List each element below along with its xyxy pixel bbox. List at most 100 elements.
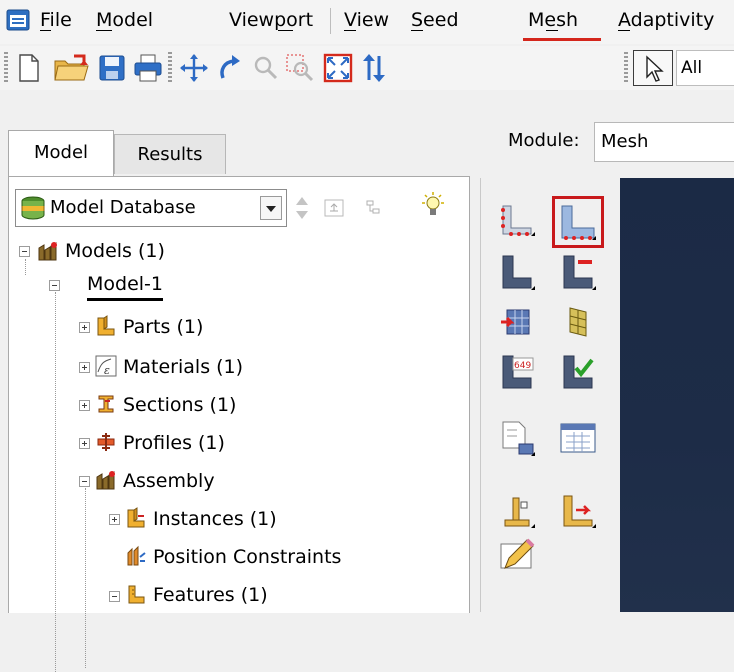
tree-item-features-label: Features (1) [153, 584, 268, 606]
collapse-toggle[interactable] [79, 476, 90, 487]
menu-mesh[interactable]: Mesh [528, 8, 578, 32]
svg-text:ε: ε [104, 364, 110, 377]
verify-mesh-icon[interactable] [558, 352, 598, 392]
tree-item-materials[interactable]: Materials (1) [123, 350, 243, 384]
toolbar-grip[interactable] [4, 52, 8, 84]
tree-item-position-constraints-label: Position Constraints [153, 546, 342, 568]
tree-item-assembly[interactable]: Assembly [123, 464, 215, 498]
expand-toggle[interactable] [79, 438, 90, 449]
model-tree-panel: Results Model Model Database Models (1) … [0, 92, 480, 672]
collapse-toggle[interactable] [19, 246, 30, 257]
menu-adaptivity-label: Adaptivity [618, 9, 715, 31]
svg-text:649: 649 [514, 361, 531, 371]
tree-item-features[interactable]: Features (1) [153, 578, 268, 612]
features-icon [128, 585, 145, 604]
materials-icon: ε [95, 355, 117, 377]
tab-model[interactable]: Model [8, 130, 114, 176]
mesh-controls-icon[interactable] [497, 302, 537, 342]
menu-adaptivity[interactable]: Adaptivity [618, 8, 714, 32]
new-file-icon[interactable] [12, 52, 44, 84]
box-zoom-icon[interactable] [284, 52, 316, 84]
zoom-icon[interactable] [250, 52, 282, 84]
collapse-toggle[interactable] [49, 280, 60, 291]
spin-updown-icon[interactable] [293, 193, 311, 223]
tree-item-profiles-label: Profiles (1) [123, 432, 225, 454]
position-constraints-icon [127, 545, 146, 566]
module-dropdown[interactable]: Mesh [594, 122, 734, 162]
graphics-viewport[interactable] [620, 178, 734, 612]
menu-file-label: File [40, 9, 72, 31]
model-database-label: Model Database [50, 197, 196, 218]
tree-connector [25, 259, 26, 275]
module-bar: Module: Mesh [480, 92, 734, 178]
toolbar-grip[interactable] [168, 52, 172, 84]
menu-mesh-active-underline [523, 38, 601, 41]
menu-viewport-label: Viewport [229, 9, 314, 31]
auto-fit-icon[interactable] [322, 52, 354, 84]
lightbulb-icon[interactable] [421, 191, 445, 221]
tree-item-instances-label: Instances (1) [153, 508, 277, 530]
tab-results[interactable]: Results [114, 134, 226, 174]
cycle-views-icon[interactable] [358, 52, 390, 84]
tree-item-position-constraints[interactable]: Position Constraints [153, 540, 341, 574]
app-window-icon[interactable] [6, 8, 30, 32]
tree-item-profiles[interactable]: Profiles (1) [123, 426, 225, 460]
edit-mesh-icon[interactable] [558, 490, 598, 530]
toolbar-grip[interactable] [624, 52, 628, 84]
query-icon[interactable] [497, 418, 537, 458]
tree-item-models[interactable]: Models (1) [65, 234, 165, 268]
tree-item-sections-label: Sections (1) [123, 394, 237, 416]
menu-model[interactable]: Model [96, 8, 153, 32]
virtual-topology-icon[interactable] [497, 490, 537, 530]
print-icon[interactable] [132, 52, 164, 84]
tree-item-model-1-label: Model-1 [87, 273, 163, 295]
save-icon[interactable] [96, 52, 128, 84]
expand-toggle[interactable] [79, 400, 90, 411]
main-toolbar: All [0, 46, 734, 90]
seed-part-icon[interactable] [497, 200, 537, 240]
expand-toggle[interactable] [79, 322, 90, 333]
assign-stack-icon[interactable] [558, 418, 598, 458]
tree-item-parts-label: Parts (1) [123, 316, 204, 338]
menu-view[interactable]: View [344, 8, 389, 32]
delete-seeds-icon[interactable] [558, 252, 598, 292]
menu-viewport[interactable]: Viewport [229, 8, 313, 32]
model-tree: Model Database Models (1) Model-1 Parts … [8, 176, 470, 672]
pan-icon[interactable] [178, 52, 210, 84]
tree-item-parts[interactable]: Parts (1) [123, 310, 203, 344]
model-database-dropdown[interactable]: Model Database [15, 189, 287, 227]
menu-file[interactable]: File [40, 8, 72, 32]
module-label: Module: [508, 130, 580, 151]
collapse-toggle[interactable] [109, 591, 120, 602]
select-arrow-icon [646, 55, 664, 82]
mesh-toolbox: 649 [480, 178, 621, 612]
tree-item-sections[interactable]: Sections (1) [123, 388, 236, 422]
seed-part-instance-icon[interactable] [558, 202, 598, 242]
expand-toggle[interactable] [109, 514, 120, 525]
selection-filter-value: All [681, 58, 703, 78]
instances-icon [127, 507, 145, 528]
rotate-icon[interactable] [214, 52, 246, 84]
menu-mesh-label: Mesh [528, 9, 579, 31]
tree-connector [85, 488, 86, 668]
open-folder-icon[interactable] [52, 52, 92, 84]
menu-seed[interactable]: Seed [411, 8, 459, 32]
tree-connector [55, 292, 56, 672]
seed-edges-icon[interactable] [497, 252, 537, 292]
profiles-icon [97, 433, 115, 451]
selection-filter-dropdown[interactable]: All [676, 50, 734, 86]
database-icon [21, 196, 45, 220]
filter-tree-icon[interactable] [363, 197, 385, 219]
mesh-part-icon[interactable]: 649 [497, 352, 537, 392]
tree-item-model-1[interactable]: Model-1 [87, 268, 163, 301]
select-button[interactable] [633, 50, 673, 86]
partition-icon[interactable] [497, 538, 537, 578]
element-type-icon[interactable] [558, 302, 598, 342]
tree-item-instances[interactable]: Instances (1) [153, 502, 277, 536]
expand-toggle[interactable] [79, 362, 90, 373]
expand-tree-icon[interactable] [323, 197, 345, 219]
menu-bar: File Model Viewport View Seed Mesh Adapt… [0, 0, 734, 44]
models-icon [38, 242, 57, 261]
tree-item-assembly-label: Assembly [123, 470, 215, 492]
chevron-down-icon[interactable] [260, 196, 282, 220]
